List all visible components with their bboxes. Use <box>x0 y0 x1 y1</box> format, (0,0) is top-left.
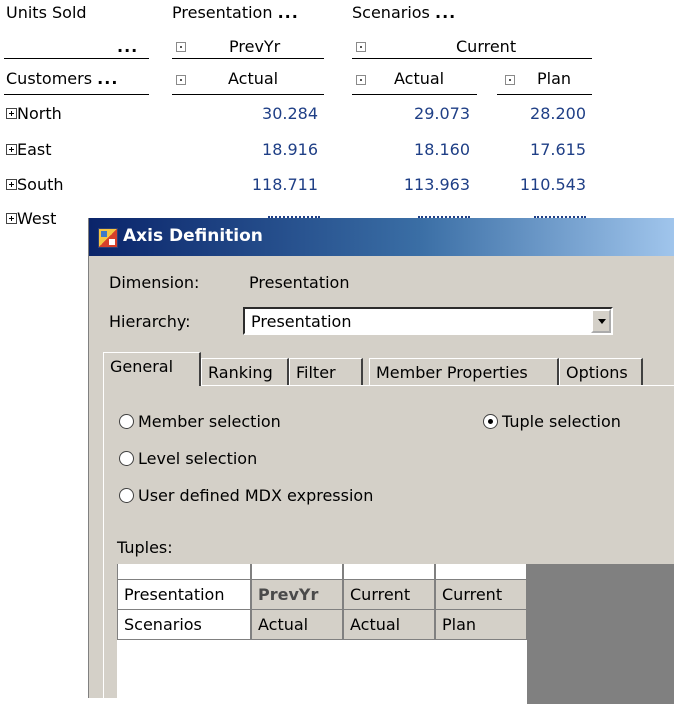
column-label-current: Current <box>456 37 517 56</box>
divider <box>4 58 149 59</box>
hierarchy-label: Hierarchy: <box>109 312 191 331</box>
dialog-titlebar[interactable]: Axis Definition <box>89 218 674 256</box>
measure-header: Units Sold <box>6 3 87 22</box>
tab-filter[interactable]: Filter <box>289 358 363 386</box>
tab-ranking[interactable]: Ranking <box>201 358 289 386</box>
column-member-current-actual[interactable]: Actual <box>352 69 477 93</box>
scenarios-header-label: Scenarios <box>352 3 430 22</box>
column-label-actual: Actual <box>394 69 445 88</box>
divider <box>172 58 324 59</box>
row-header-east[interactable]: East <box>6 140 52 159</box>
collapse-icon[interactable] <box>176 42 186 52</box>
cell-value: 118.711 <box>251 175 318 194</box>
column-member-prevyr[interactable]: PrevYr <box>172 37 324 58</box>
expand-icon[interactable] <box>6 213 17 224</box>
column-member-current-plan[interactable]: Plan <box>497 69 592 93</box>
column-label-prevyr: PrevYr <box>229 37 281 56</box>
dimension-value: Presentation <box>249 273 350 292</box>
scenarios-header[interactable]: Scenarios ... <box>352 3 456 22</box>
tab-options[interactable]: Options <box>559 358 643 386</box>
radio-level-selection[interactable]: Level selection <box>119 449 257 468</box>
expand-icon[interactable] <box>6 144 17 155</box>
collapse-icon[interactable] <box>356 42 366 52</box>
tuple-cell[interactable]: Plan <box>436 610 526 639</box>
tuple-cell[interactable]: PrevYr <box>252 580 342 609</box>
tuple-cell[interactable]: Current <box>436 580 526 609</box>
grid-empty-area <box>117 640 527 704</box>
radio-button[interactable] <box>483 414 498 429</box>
row-label: North <box>17 104 62 123</box>
hierarchy-dropdown-value: Presentation <box>251 312 352 331</box>
radio-label: Tuple selection <box>502 412 621 431</box>
customers-header-label: Customers <box>6 69 93 88</box>
cell-value: 110.543 <box>519 175 586 194</box>
tuple-cell[interactable]: Actual <box>344 610 434 639</box>
cell-value: 30.284 <box>262 104 318 123</box>
cell-value: 18.160 <box>414 140 470 159</box>
divider <box>172 94 324 95</box>
column-label-actual: Actual <box>228 69 279 88</box>
row-header-north[interactable]: North <box>6 104 62 123</box>
row-header-cell: Presentation <box>118 580 250 609</box>
row-header-west[interactable]: West <box>6 209 56 228</box>
column-member-current[interactable]: Current <box>352 37 592 58</box>
row-label: South <box>17 175 64 194</box>
radio-button[interactable] <box>119 414 134 429</box>
tuple-cell[interactable]: Current <box>344 580 434 609</box>
dialog-title: Axis Definition <box>123 226 263 246</box>
divider <box>4 94 149 95</box>
app-icon <box>98 228 118 248</box>
presentation-header-label: Presentation <box>172 3 273 22</box>
axis-definition-dialog: Axis Definition Dimension: Presentation … <box>88 218 674 706</box>
row-axis-ellipsis-button[interactable]: ... <box>117 37 138 56</box>
scenarios-ellipsis-button[interactable]: ... <box>435 3 456 22</box>
radio-label: User defined MDX expression <box>138 486 374 505</box>
divider <box>352 58 592 59</box>
row-header-south[interactable]: South <box>6 175 64 194</box>
tuples-label: Tuples: <box>117 538 173 557</box>
grid-header-cell <box>118 564 250 579</box>
radio-label: Member selection <box>138 412 281 431</box>
radio-tuple-selection[interactable]: Tuple selection <box>483 412 621 431</box>
expand-icon[interactable] <box>6 179 17 190</box>
cell-value: 18.916 <box>262 140 318 159</box>
radio-button[interactable] <box>119 488 134 503</box>
customers-header[interactable]: Customers ... <box>6 69 118 88</box>
column-label-plan: Plan <box>537 69 572 88</box>
expand-icon[interactable] <box>6 108 17 119</box>
presentation-header[interactable]: Presentation ... <box>172 3 299 22</box>
divider <box>497 94 592 95</box>
collapse-icon[interactable] <box>505 75 515 85</box>
collapse-icon[interactable] <box>356 75 366 85</box>
grid-header-cell <box>344 564 434 579</box>
dialog-border <box>88 218 89 698</box>
cell-value: 28.200 <box>530 104 586 123</box>
tab-general[interactable]: General <box>103 352 201 386</box>
row-label: East <box>17 140 52 159</box>
cell-value: 113.963 <box>403 175 470 194</box>
cell-value: 29.073 <box>414 104 470 123</box>
cell-value: 17.615 <box>530 140 586 159</box>
grid-header-cell <box>252 564 342 579</box>
tuples-grid[interactable]: Presentation PrevYr Current Current Scen… <box>117 564 674 704</box>
hierarchy-dropdown[interactable]: Presentation <box>243 307 613 335</box>
row-header-cell: Scenarios <box>118 610 250 639</box>
customers-ellipsis-button[interactable]: ... <box>97 69 118 88</box>
row-label: West <box>17 209 57 228</box>
presentation-ellipsis-button[interactable]: ... <box>278 3 299 22</box>
divider <box>352 94 477 95</box>
column-member-prevyr-actual[interactable]: Actual <box>172 69 324 93</box>
radio-label: Level selection <box>138 449 258 468</box>
radio-button[interactable] <box>119 451 134 466</box>
dimension-label: Dimension: <box>109 273 200 292</box>
tab-member-properties[interactable]: Member Properties <box>369 358 559 386</box>
radio-member-selection[interactable]: Member selection <box>119 412 281 431</box>
tuple-cell[interactable]: Actual <box>252 610 342 639</box>
chevron-down-icon[interactable] <box>591 309 611 333</box>
collapse-icon[interactable] <box>176 75 186 85</box>
grid-header-cell <box>436 564 526 579</box>
radio-mdx-expression[interactable]: User defined MDX expression <box>119 486 373 505</box>
